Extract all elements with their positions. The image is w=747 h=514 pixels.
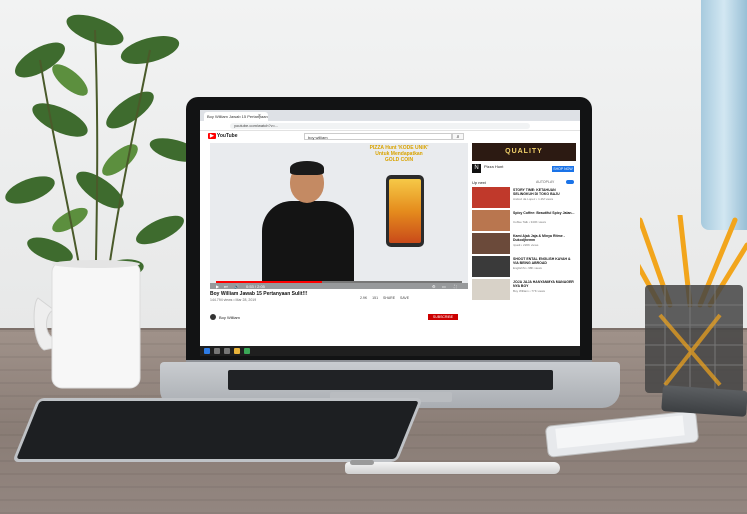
- address-bar-row: youtube.com/watch?v=...: [200, 121, 580, 131]
- autoplay-toggle[interactable]: [566, 180, 574, 184]
- presenter-hair: [290, 161, 324, 175]
- youtube-play-icon: ▶: [208, 133, 216, 139]
- video-thumbnail: [472, 233, 510, 254]
- settings-icon[interactable]: ⚙: [432, 284, 436, 289]
- recommended-video[interactable]: Kami Ajak Jaja & Minya Ritme - Dukodjhem…: [472, 233, 576, 255]
- search-taskbar-icon[interactable]: [214, 348, 220, 354]
- task-view-icon[interactable]: [224, 348, 230, 354]
- close-tab-icon[interactable]: ×: [258, 113, 261, 119]
- time-display: 0:53 / 2:05: [246, 284, 265, 289]
- tablet-device: [12, 398, 423, 462]
- promo-text: PIZZA Hunt 'KODE UNIK' Untuk Mendapatkan…: [369, 145, 429, 163]
- video-meta: 144.794 views • Mar 28, 2019: [210, 298, 257, 302]
- youtube-header: ▶ YouTube boy william ⌕: [200, 131, 580, 143]
- ad-name: Pizza Hunt: [484, 164, 504, 169]
- video-thumbnail: [472, 187, 510, 208]
- folder-icon[interactable]: [234, 348, 240, 354]
- video-title: Boy William Jawab 15 Pertanyaan Sulit!!!: [210, 291, 308, 297]
- ad-logo: N: [472, 164, 481, 173]
- chrome-icon[interactable]: [244, 348, 250, 354]
- recommended-video[interactable]: JOJA JAJA HANYANMYA MANAGER NYA BOY Boy …: [472, 279, 576, 301]
- youtube-logo[interactable]: ▶ YouTube: [208, 133, 238, 139]
- progress-fill: [216, 281, 322, 283]
- volume-icon[interactable]: 🔊: [234, 284, 239, 289]
- video-thumbnail: [472, 210, 510, 231]
- recommended-title: Spicy Coffee: Beautiful Spicy Jalan...: [513, 211, 575, 215]
- autoplay-label: AUTOPLAY: [536, 180, 555, 184]
- recommended-meta: Andovi da Lopez • 1.2M views: [513, 197, 554, 201]
- recommended-title: Kami Ajak Jaja & Minya Ritme - Dukodjhem…: [513, 234, 565, 243]
- pencil-cup: [640, 215, 747, 393]
- search-input[interactable]: boy william: [304, 133, 452, 140]
- channel-name[interactable]: Boy William: [219, 315, 240, 320]
- play-icon[interactable]: ▶: [216, 284, 219, 289]
- url-field[interactable]: youtube.com/watch?v=...: [230, 123, 530, 129]
- recommended-title: JOJA JAJA HANYANMYA MANAGER NYA BOY: [513, 280, 574, 289]
- recommended-title: SHOOT ENTAL ENGLISH KAYAH & VIA BEING AB…: [513, 257, 571, 266]
- promo-phone-screen: [389, 179, 421, 243]
- start-icon[interactable]: [204, 348, 210, 354]
- video-player[interactable]: PIZZA Hunt 'KODE UNIK' Untuk Mendapatkan…: [210, 143, 468, 289]
- ad-shop-button[interactable]: SHOP NOW: [552, 166, 574, 172]
- white-pen: [345, 462, 560, 474]
- next-icon[interactable]: ⏭: [224, 284, 228, 289]
- laptop-keyboard: [228, 370, 553, 390]
- presenter-body: [262, 201, 354, 281]
- channel-avatar[interactable]: [210, 314, 216, 320]
- os-taskbar: [200, 346, 580, 356]
- video-thumbnail: [472, 256, 510, 277]
- video-thumbnail: [472, 279, 510, 300]
- recommended-video[interactable]: Spicy Coffee: Beautiful Spicy Jalan... C…: [472, 210, 576, 232]
- fullscreen-icon[interactable]: ⛶: [454, 284, 457, 289]
- recommended-meta: Coffee Talk • 340K views: [513, 220, 546, 224]
- recommended-video[interactable]: SHOOT ENTAL ENGLISH KAYAH & VIA BEING AB…: [472, 256, 576, 278]
- ad-banner[interactable]: QUALITY: [472, 143, 576, 161]
- recommended-meta: ripadi • 220K views: [513, 243, 539, 247]
- recommended-video[interactable]: STORY TIME: KETAHUAN SELINGKUH DI TOKO B…: [472, 187, 576, 209]
- up-next-label: Up next: [472, 180, 486, 185]
- theater-icon[interactable]: ▭: [442, 284, 446, 289]
- recommended-title: STORY TIME: KETAHUAN SELINGKUH DI TOKO B…: [513, 188, 560, 197]
- coffee-mug: [33, 260, 141, 389]
- video-actions[interactable]: 2.9K 151 SHARE SAVE: [360, 296, 409, 300]
- search-icon[interactable]: ⌕: [452, 133, 464, 140]
- pen-clip: [350, 460, 374, 465]
- subscribe-button[interactable]: SUBSCRIBE: [428, 314, 458, 320]
- recommended-meta: Boy William • 77K views: [513, 289, 546, 293]
- laptop-screen: Boy William Jawab 15 Pertanyaan Sulit...…: [200, 110, 580, 356]
- recommended-meta: EnglishSi • 98K views: [513, 266, 542, 270]
- water-bottle: [701, 0, 747, 230]
